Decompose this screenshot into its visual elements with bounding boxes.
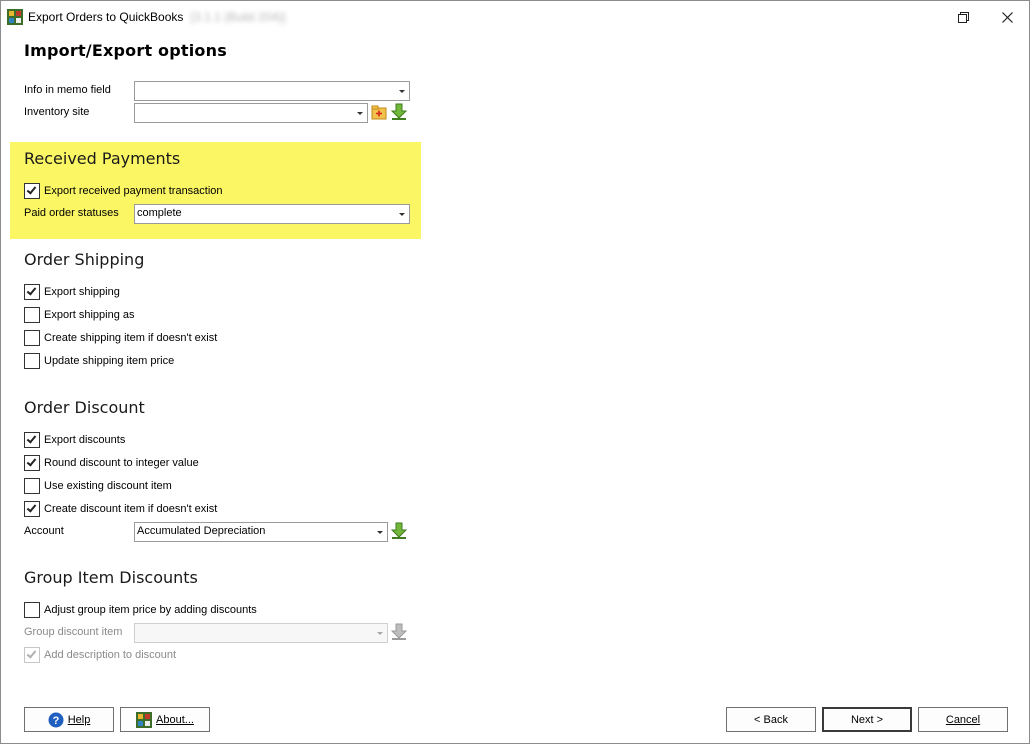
next-button[interactable]: Next >: [822, 707, 912, 732]
window-title-text: Export Orders to QuickBooks: [28, 10, 184, 24]
about-label: About...: [156, 713, 194, 726]
use-existing-discount-checkbox[interactable]: [24, 478, 40, 494]
group-discount-item-combo[interactable]: [134, 623, 388, 643]
paid-order-statuses-label: Paid order statuses: [24, 207, 119, 219]
add-description-label[interactable]: Add description to discount: [44, 649, 176, 661]
memo-field-label: Info in memo field: [24, 84, 111, 96]
inventory-site-label: Inventory site: [24, 106, 90, 118]
back-label: < Back: [754, 713, 788, 726]
paid-order-statuses-combo[interactable]: complete: [134, 204, 410, 224]
close-icon: [1001, 11, 1013, 23]
export-shipping-as-label[interactable]: Export shipping as: [44, 309, 135, 321]
svg-text:?: ?: [52, 715, 59, 727]
round-discount-label[interactable]: Round discount to integer value: [44, 457, 199, 469]
restore-button[interactable]: [941, 1, 985, 33]
help-button[interactable]: ? Help: [24, 707, 114, 732]
order-shipping-title: Order Shipping: [24, 250, 145, 269]
update-shipping-price-label[interactable]: Update shipping item price: [44, 355, 174, 367]
help-label: Help: [67, 713, 91, 726]
help-icon: ?: [48, 712, 64, 727]
order-discount-title: Order Discount: [24, 398, 145, 417]
add-description-checkbox[interactable]: [24, 647, 40, 663]
create-discount-item-checkbox[interactable]: [24, 501, 40, 517]
app-icon: [7, 9, 23, 25]
chevron-down-icon: [399, 213, 405, 216]
download-arrow-icon[interactable]: [390, 522, 408, 540]
export-discounts-label[interactable]: Export discounts: [44, 434, 125, 446]
adjust-group-price-checkbox[interactable]: [24, 602, 40, 618]
about-button[interactable]: About...: [120, 707, 210, 732]
use-existing-discount-label[interactable]: Use existing discount item: [44, 480, 172, 492]
back-button[interactable]: < Back: [726, 707, 816, 732]
chevron-down-icon: [399, 90, 405, 93]
download-arrow-icon[interactable]: [390, 623, 408, 641]
export-shipping-as-checkbox[interactable]: [24, 307, 40, 323]
next-label: Next >: [850, 713, 884, 726]
restore-icon: [957, 11, 969, 23]
memo-field-combo[interactable]: [134, 81, 410, 101]
download-arrow-icon[interactable]: [390, 103, 408, 121]
cancel-button[interactable]: Cancel: [918, 707, 1008, 732]
group-item-discounts-title: Group Item Discounts: [24, 568, 198, 587]
chevron-down-icon: [357, 112, 363, 115]
received-payments-title: Received Payments: [24, 149, 181, 168]
checkmark-icon: [26, 648, 37, 659]
adjust-group-price-label[interactable]: Adjust group item price by adding discou…: [44, 604, 257, 616]
group-discount-item-label: Group discount item: [24, 626, 123, 638]
export-received-payment-label[interactable]: Export received payment transaction: [44, 185, 223, 197]
chevron-down-icon: [377, 531, 383, 534]
account-combo[interactable]: Accumulated Depreciation: [134, 522, 388, 542]
export-discounts-checkbox[interactable]: [24, 432, 40, 448]
title-bar[interactable]: Export Orders to QuickBooks [3.1.1 (Buil…: [1, 1, 1029, 33]
window-title: Export Orders to QuickBooks [3.1.1 (Buil…: [28, 10, 285, 24]
export-shipping-label[interactable]: Export shipping: [44, 286, 120, 298]
checkmark-icon: [26, 285, 37, 296]
round-discount-checkbox[interactable]: [24, 455, 40, 471]
checkmark-icon: [26, 502, 37, 513]
chevron-down-icon: [377, 632, 383, 635]
create-discount-item-label[interactable]: Create discount item if doesn't exist: [44, 503, 217, 515]
page-title: Import/Export options: [24, 41, 227, 60]
create-shipping-item-checkbox[interactable]: [24, 330, 40, 346]
close-button[interactable]: [985, 1, 1029, 33]
export-shipping-checkbox[interactable]: [24, 284, 40, 300]
checkmark-icon: [26, 456, 37, 467]
checkmark-icon: [26, 433, 37, 444]
open-folder-icon[interactable]: [370, 104, 388, 122]
update-shipping-price-checkbox[interactable]: [24, 353, 40, 369]
paid-order-statuses-value: complete: [137, 207, 182, 219]
inventory-site-combo[interactable]: [134, 103, 368, 123]
account-value: Accumulated Depreciation: [137, 525, 266, 537]
account-label: Account: [24, 525, 64, 537]
cancel-label: Cancel: [945, 713, 981, 726]
checkmark-icon: [26, 184, 37, 195]
export-orders-window: Export Orders to QuickBooks [3.1.1 (Buil…: [0, 0, 1030, 744]
app-icon: [136, 711, 153, 728]
create-shipping-item-label[interactable]: Create shipping item if doesn't exist: [44, 332, 217, 344]
export-received-payment-checkbox[interactable]: [24, 183, 40, 199]
window-version: [3.1.1 (Build 204)]: [190, 10, 286, 24]
